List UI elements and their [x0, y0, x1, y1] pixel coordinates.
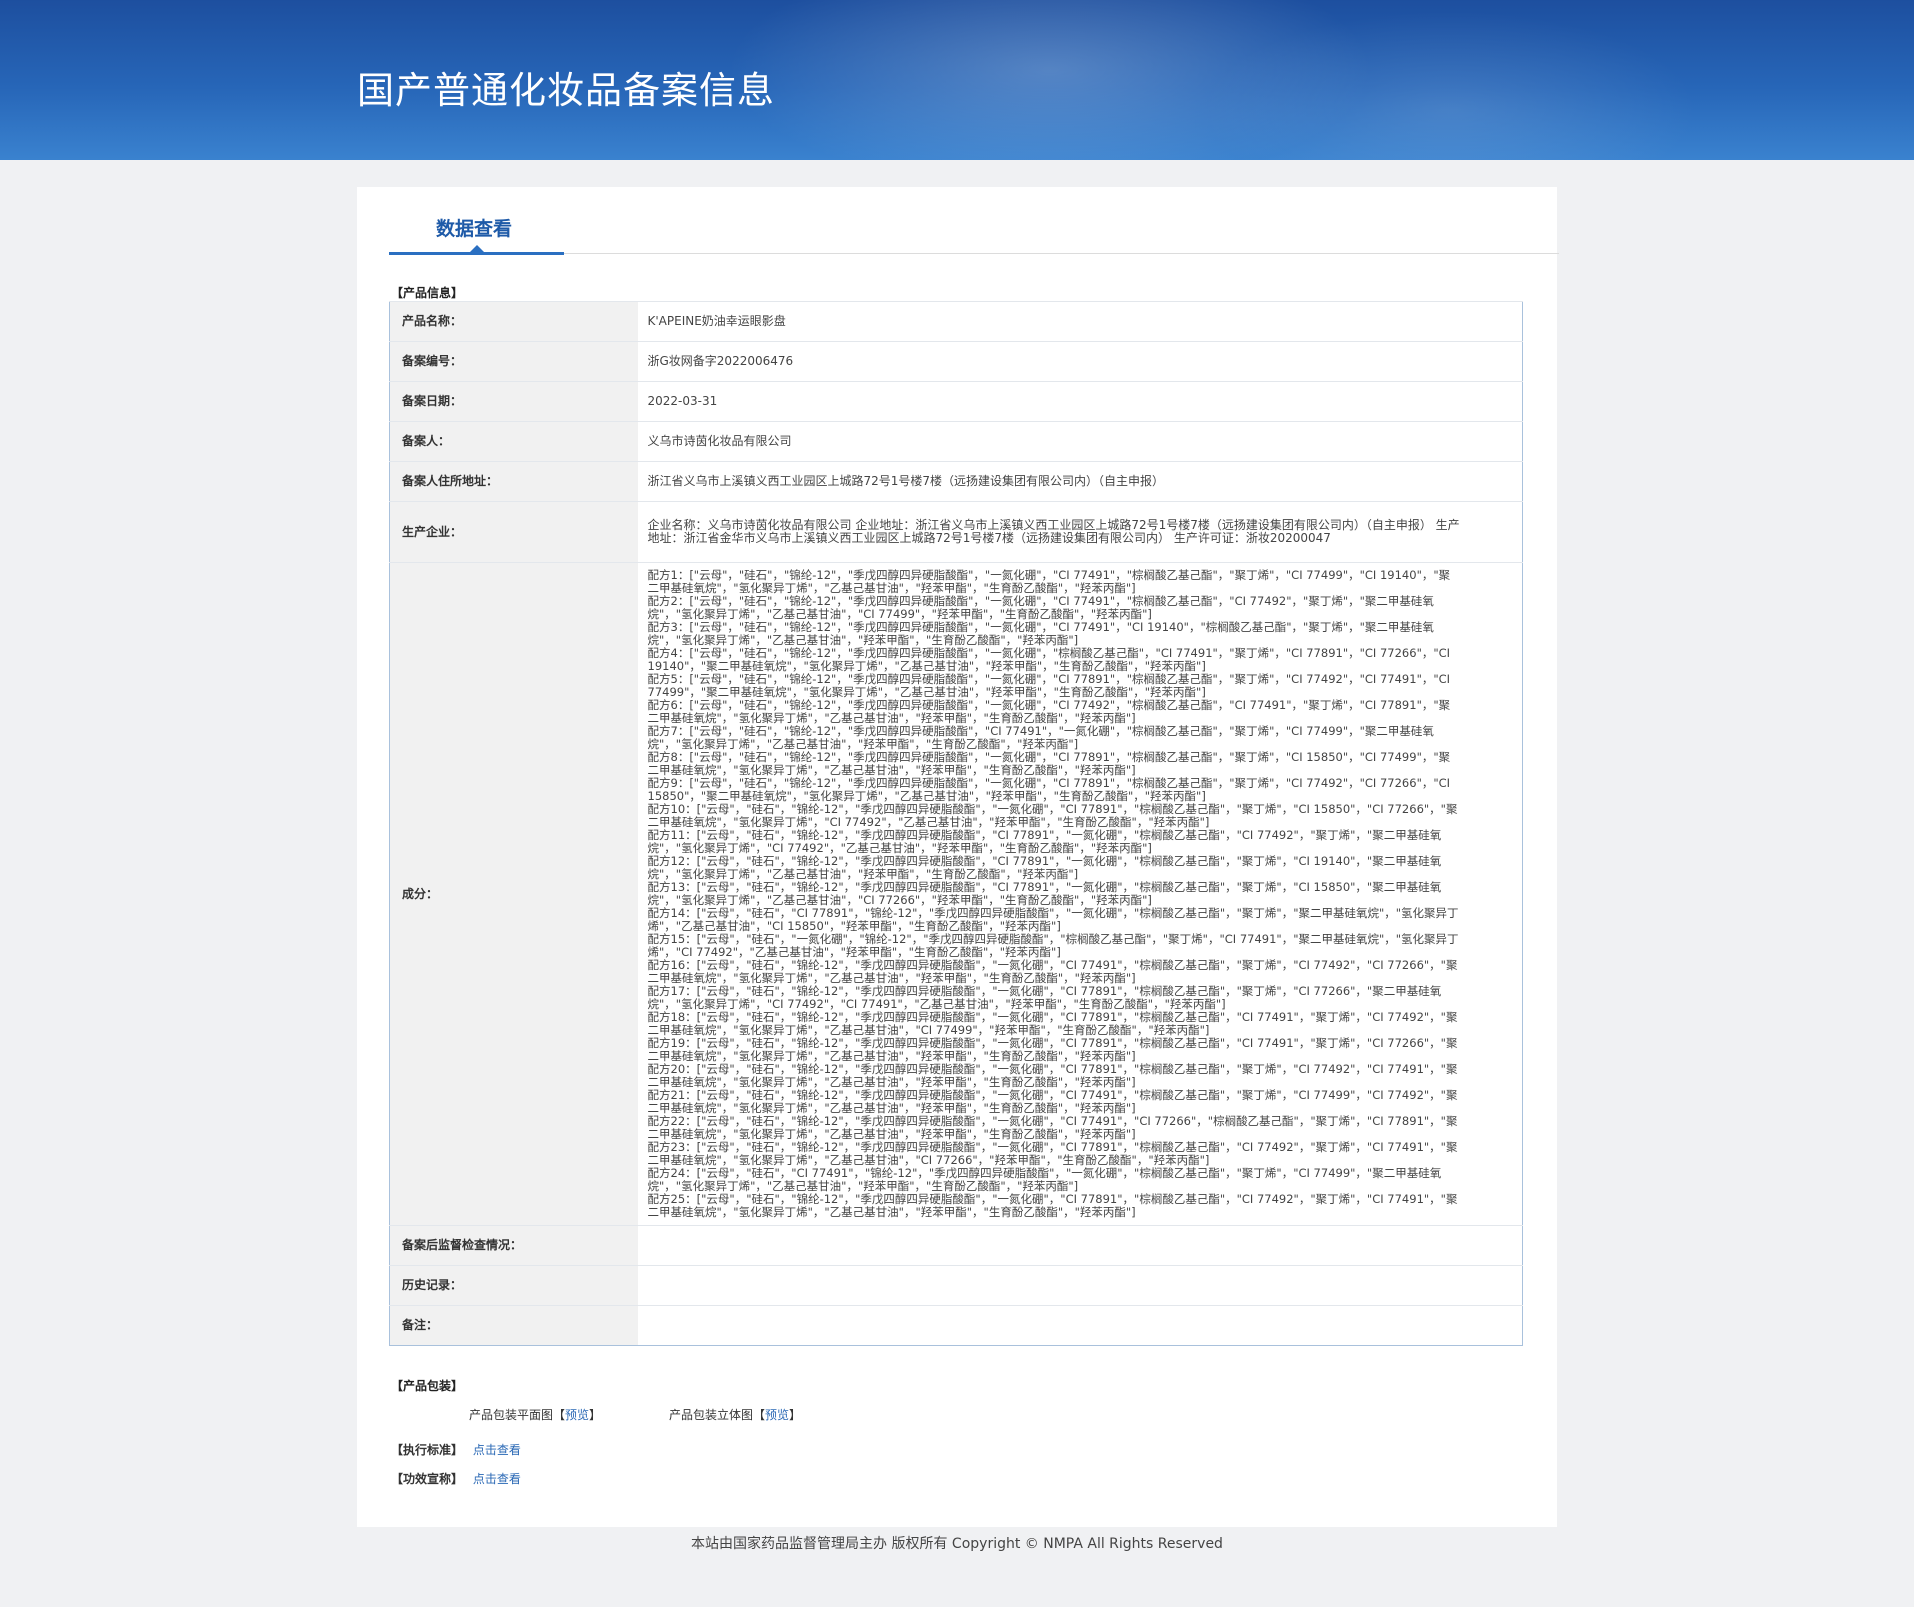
field-label: 备案日期： — [389, 381, 638, 422]
ingredient-formula: 配方17：["云母"，"硅石"，"锦纶-12"，"季戊四醇四异硬脂酸酯"，"一氮… — [647, 984, 1442, 1011]
packaging-stereo-row: 产品包装立体图【预览】 — [669, 1406, 801, 1423]
standard-row: 【执行标准】 点击查看 — [391, 1441, 521, 1458]
section-product-info: 【产品信息】 — [391, 286, 464, 300]
stereo-preview-link[interactable]: 预览 — [765, 1408, 789, 1422]
product-name-value: K'APEINE奶油幸运眼影盘 — [637, 301, 1523, 342]
field-label: 备注： — [389, 1305, 638, 1346]
bracket: 【 — [753, 1408, 766, 1422]
ingredient-formula: 配方1：["云母"，"硅石"，"锦纶-12"，"季戊四醇四异硬脂酸酯"，"一氮化… — [647, 568, 1451, 595]
table-row: 备案编号： 浙G妆网备字2022006476 — [389, 341, 1523, 382]
record-date-value: 2022-03-31 — [637, 381, 1523, 422]
ingredient-formula: 配方18：["云母"，"硅石"，"锦纶-12"，"季戊四醇四异硬脂酸酯"，"一氮… — [647, 1010, 1458, 1037]
record-number-value: 浙G妆网备字2022006476 — [637, 341, 1523, 382]
field-label: 成分： — [389, 562, 638, 1226]
standard-view-link[interactable]: 点击查看 — [473, 1443, 521, 1457]
table-row: 备案人： 义乌市诗茵化妆品有限公司 — [389, 421, 1523, 462]
field-label: 生产企业： — [389, 501, 638, 563]
field-label: 历史记录： — [389, 1265, 638, 1306]
ingredient-formula: 配方14：["云母"，"硅石"，"CI 77891"，"锦纶-12"，"季戊四醇… — [647, 906, 1459, 933]
ingredient-formula: 配方15：["云母"，"硅石"，"一氮化硼"，"锦纶-12"，"季戊四醇四异硬脂… — [647, 932, 1459, 959]
ingredient-formula: 配方22：["云母"，"硅石"，"锦纶-12"，"季戊四醇四异硬脂酸酯"，"一氮… — [647, 1114, 1458, 1141]
history-value — [637, 1265, 1523, 1306]
ingredient-formula: 配方23：["云母"，"硅石"，"锦纶-12"，"季戊四醇四异硬脂酸酯"，"一氮… — [647, 1140, 1458, 1167]
ingredients-list: 配方1：["云母"，"硅石"，"锦纶-12"，"季戊四醇四异硬脂酸酯"，"一氮化… — [648, 569, 1461, 1219]
ingredient-formula: 配方19：["云母"，"硅石"，"锦纶-12"，"季戊四醇四异硬脂酸酯"，"一氮… — [647, 1036, 1458, 1063]
ingredients-value: 配方1：["云母"，"硅石"，"锦纶-12"，"季戊四醇四异硬脂酸酯"，"一氮化… — [637, 562, 1523, 1226]
ingredient-formula: 配方25：["云母"，"硅石"，"锦纶-12"，"季戊四醇四异硬脂酸酯"，"一氮… — [647, 1192, 1458, 1219]
footer-copyright: 本站由国家药品监督管理局主办 版权所有 Copyright © NMPA All… — [691, 1536, 1223, 1552]
table-row: 备案后监督检查情况： — [389, 1225, 1523, 1266]
address-value: 浙江省义乌市上溪镇义西工业园区上城路72号1号楼7楼（远扬建设集团有限公司内）（… — [637, 461, 1523, 502]
efficacy-row: 【功效宣称】 点击查看 — [391, 1470, 521, 1487]
bracket: 【 — [553, 1408, 566, 1422]
table-row: 生产企业： 企业名称：义乌市诗茵化妆品有限公司 企业地址：浙江省义乌市上溪镇义西… — [389, 501, 1523, 563]
field-label: 备案编号： — [389, 341, 638, 382]
manufacturer-value: 企业名称：义乌市诗茵化妆品有限公司 企业地址：浙江省义乌市上溪镇义西工业园区上城… — [637, 501, 1523, 563]
tab-divider — [389, 253, 1559, 254]
product-info-table: 产品名称： K'APEINE奶油幸运眼影盘 备案编号： 浙G妆网备字202200… — [389, 301, 1523, 1346]
section-packaging: 【产品包装】 — [391, 1379, 464, 1393]
remarks-value — [637, 1305, 1523, 1346]
field-label: 产品名称： — [389, 301, 638, 342]
header-banner: 国产普通化妆品备案信息 — [0, 0, 1914, 160]
ingredient-formula: 配方13：["云母"，"硅石"，"锦纶-12"，"季戊四醇四异硬脂酸酯"，"CI… — [647, 880, 1442, 907]
field-label: 备案人： — [389, 421, 638, 462]
ingredient-formula: 配方10：["云母"，"硅石"，"锦纶-12"，"季戊四醇四异硬脂酸酯"，"一氮… — [647, 802, 1458, 829]
ingredient-formula: 配方11：["云母"，"硅石"，"锦纶-12"，"季戊四醇四异硬脂酸酯"，"CI… — [647, 828, 1442, 855]
content-panel: 数据查看 【产品信息】 产品名称： K'APEINE奶油幸运眼影盘 备案编号： … — [357, 187, 1559, 1527]
supervision-value — [637, 1225, 1523, 1266]
ingredient-formula: 配方16：["云母"，"硅石"，"锦纶-12"，"季戊四醇四异硬脂酸酯"，"一氮… — [647, 958, 1458, 985]
table-row: 历史记录： — [389, 1265, 1523, 1306]
ingredient-formula: 配方5：["云母"，"硅石"，"锦纶-12"，"季戊四醇四异硬脂酸酯"，"一氮化… — [647, 672, 1451, 699]
packaging-flat-row: 产品包装平面图【预览】 — [469, 1406, 601, 1423]
table-row: 备注： — [389, 1305, 1523, 1346]
ingredient-formula: 配方8：["云母"，"硅石"，"锦纶-12"，"季戊四醇四异硬脂酸酯"，"一氮化… — [647, 750, 1451, 777]
tab-active-indicator — [389, 252, 564, 255]
ingredient-formula: 配方21：["云母"，"硅石"，"锦纶-12"，"季戊四醇四异硬脂酸酯"，"一氮… — [647, 1088, 1458, 1115]
ingredient-formula: 配方24：["云母"，"硅石"，"CI 77491"，"锦纶-12"，"季戊四醇… — [647, 1166, 1442, 1193]
ingredient-formula: 配方6：["云母"，"硅石"，"锦纶-12"，"季戊四醇四异硬脂酸酯"，"一氮化… — [647, 698, 1451, 725]
ingredient-formula: 配方20：["云母"，"硅石"，"锦纶-12"，"季戊四醇四异硬脂酸酯"，"一氮… — [647, 1062, 1458, 1089]
tab-data-view[interactable]: 数据查看 — [436, 214, 512, 241]
caret-up-icon — [470, 245, 484, 252]
page-title: 国产普通化妆品备案信息 — [357, 69, 775, 112]
packaging-stereo-label: 产品包装立体图 — [669, 1408, 754, 1422]
table-row: 成分： 配方1：["云母"，"硅石"，"锦纶-12"，"季戊四醇四异硬脂酸酯"，… — [389, 562, 1523, 1226]
ingredient-formula: 配方2：["云母"，"硅石"，"锦纶-12"，"季戊四醇四异硬脂酸酯"，"一氮化… — [647, 594, 1434, 621]
packaging-flat-label: 产品包装平面图 — [469, 1408, 554, 1422]
table-row: 备案人住所地址： 浙江省义乌市上溪镇义西工业园区上城路72号1号楼7楼（远扬建设… — [389, 461, 1523, 502]
ingredient-formula: 配方3：["云母"，"硅石"，"锦纶-12"，"季戊四醇四异硬脂酸酯"，"一氮化… — [647, 620, 1434, 647]
ingredient-formula: 配方9：["云母"，"硅石"，"锦纶-12"，"季戊四醇四异硬脂酸酯"，"一氮化… — [647, 776, 1451, 803]
table-row: 备案日期： 2022-03-31 — [389, 381, 1523, 422]
section-standard: 【执行标准】 — [391, 1443, 464, 1457]
ingredient-formula: 配方7：["云母"，"硅石"，"锦纶-12"，"季戊四醇四异硬脂酸酯"，"CI … — [647, 724, 1434, 751]
field-label: 备案人住所地址： — [389, 461, 638, 502]
registrant-value: 义乌市诗茵化妆品有限公司 — [637, 421, 1523, 462]
ingredient-formula: 配方4：["云母"，"硅石"，"锦纶-12"，"季戊四醇四异硬脂酸酯"，"一氮化… — [647, 646, 1451, 673]
efficacy-view-link[interactable]: 点击查看 — [473, 1472, 521, 1486]
ingredient-formula: 配方12：["云母"，"硅石"，"锦纶-12"，"季戊四醇四异硬脂酸酯"，"CI… — [647, 854, 1442, 881]
bracket: 】 — [789, 1408, 802, 1422]
flat-preview-link[interactable]: 预览 — [565, 1408, 589, 1422]
bracket: 】 — [589, 1408, 602, 1422]
table-row: 产品名称： K'APEINE奶油幸运眼影盘 — [389, 301, 1523, 342]
field-label: 备案后监督检查情况： — [389, 1225, 638, 1266]
section-efficacy: 【功效宣称】 — [391, 1472, 464, 1486]
